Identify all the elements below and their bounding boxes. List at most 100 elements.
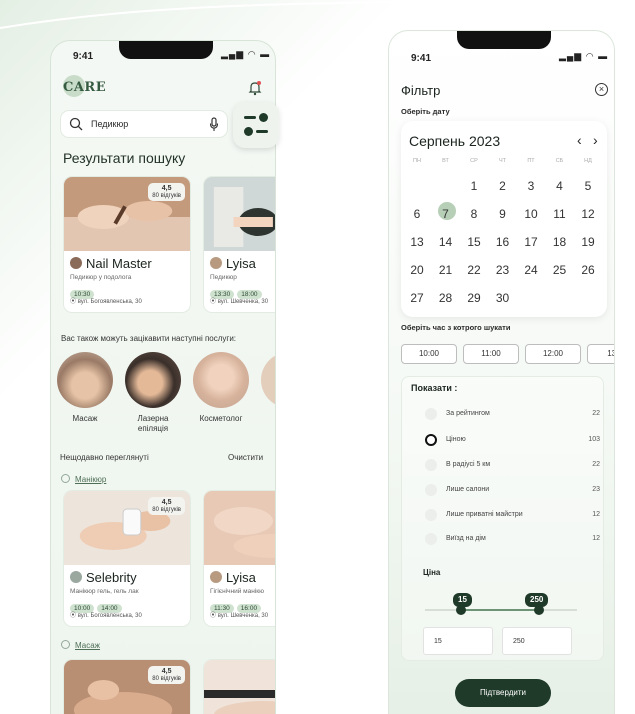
card-photo xyxy=(204,177,275,251)
calendar-day[interactable]: 6 xyxy=(403,207,431,221)
service-more[interactable]: П xyxy=(259,352,275,424)
option-home-visit[interactable]: Виїзд на дім 12 xyxy=(412,533,600,547)
calendar-day[interactable]: 2 xyxy=(489,179,517,193)
calendar-day[interactable]: 26 xyxy=(574,263,602,277)
time-chip[interactable]: 12:00 xyxy=(525,344,581,364)
weekday-label: СБ xyxy=(555,158,564,164)
price-min-input[interactable]: 15 xyxy=(423,627,493,655)
service-laser-epilation[interactable]: Лазерна епіляція xyxy=(123,352,183,435)
result-card[interactable]: Lyisa Педикюр 13:30 18:00 ⦿ вул. Шевченка… xyxy=(203,176,275,313)
calendar-day[interactable]: 10 xyxy=(517,207,545,221)
calendar-day[interactable]: 28 xyxy=(432,291,460,305)
calendar-day[interactable]: 23 xyxy=(489,263,517,277)
weekday-label: ПТ xyxy=(527,158,535,164)
calendar-day[interactable]: 14 xyxy=(432,235,460,249)
option-price[interactable]: Ціною 103 xyxy=(412,434,600,448)
chevron-right-icon[interactable]: › xyxy=(593,132,598,148)
rating-badge: 4,5 80 відгуків xyxy=(148,183,185,202)
service-image xyxy=(193,352,249,408)
radio-button[interactable] xyxy=(425,459,437,471)
recent-tag-link[interactable]: Масаж xyxy=(61,640,100,650)
card-address: ⦿ вул. Богоявленська, 30 xyxy=(70,299,142,305)
calendar-day[interactable]: 22 xyxy=(460,263,488,277)
logo-text: CARE xyxy=(63,80,107,95)
service-label: П xyxy=(259,414,275,424)
radio-button[interactable] xyxy=(425,533,437,545)
search-input[interactable]: Педикюр xyxy=(60,110,228,138)
radio-button[interactable] xyxy=(425,509,437,521)
calendar-day[interactable]: 11 xyxy=(546,207,574,221)
time-chip[interactable]: 13:0 xyxy=(587,344,614,364)
recent-tag-link[interactable]: Манікюр xyxy=(61,474,106,484)
bell-icon[interactable] xyxy=(248,80,262,96)
recent-card[interactable]: 4,5 80 відгуків xyxy=(63,659,191,714)
card-subtitle: Манікюр гель, гель лак xyxy=(70,588,139,595)
calendar-day[interactable]: 12 xyxy=(574,207,602,221)
price-max-input[interactable]: 250 xyxy=(502,627,572,655)
card-photo xyxy=(204,491,275,565)
time-label: Оберіть час з котрого шукати xyxy=(401,323,511,332)
avatar xyxy=(210,571,222,583)
calendar-day[interactable]: 5 xyxy=(574,179,602,193)
filter-button[interactable] xyxy=(233,102,279,148)
option-radius[interactable]: В радіусі 5 км 22 xyxy=(412,459,600,473)
recent-card[interactable]: 4,5 80 відгуків Selebrity Манікюр гель, … xyxy=(63,490,191,627)
option-rating[interactable]: За рейтингом 22 xyxy=(412,408,600,422)
service-massage[interactable]: Масаж xyxy=(55,352,115,424)
calendar: Серпень 2023 ‹ › ПН ВТ СР ЧТ ПТ СБ НД 1 2 3 4 5 6 7 8 9… xyxy=(401,121,607,317)
chevron-left-icon[interactable]: ‹ xyxy=(577,132,582,148)
service-label: Масаж xyxy=(72,414,98,423)
search-icon xyxy=(69,117,83,131)
recent-card[interactable]: Lyisa Гігієнічний манікю 11:30 16:00 ⦿ ву… xyxy=(203,490,275,627)
recent-card[interactable] xyxy=(203,659,275,714)
price-max-handle[interactable] xyxy=(534,605,544,615)
avatar xyxy=(70,257,82,269)
radio-button[interactable] xyxy=(425,408,437,420)
radio-button[interactable] xyxy=(425,484,437,496)
card-subtitle: Педикюр у подолога xyxy=(70,274,132,281)
calendar-day[interactable]: 13 xyxy=(403,235,431,249)
calendar-day-selected[interactable]: 7 xyxy=(432,202,460,221)
service-image xyxy=(57,352,113,408)
calendar-day[interactable]: 20 xyxy=(403,263,431,277)
close-circle-icon[interactable]: × xyxy=(595,83,608,96)
weekday-label: СР xyxy=(470,158,478,164)
mic-icon[interactable] xyxy=(209,117,219,132)
calendar-day[interactable]: 19 xyxy=(574,235,602,249)
calendar-day[interactable]: 21 xyxy=(432,263,460,277)
calendar-day[interactable]: 29 xyxy=(460,291,488,305)
calendar-day[interactable]: 15 xyxy=(460,235,488,249)
location-icon: ⦿ xyxy=(210,613,217,619)
card-subtitle: Педикюр xyxy=(210,274,237,281)
option-private[interactable]: Лише приватні майстри 12 xyxy=(412,509,600,523)
service-cosmetologist[interactable]: Косметолог xyxy=(191,352,251,424)
radio-button-selected[interactable] xyxy=(425,434,437,446)
confirm-button[interactable]: Підтвердити xyxy=(455,679,551,707)
location-icon: ⦿ xyxy=(70,613,77,619)
card-name: Lyisa xyxy=(210,570,256,585)
service-label: Косметолог xyxy=(199,414,243,423)
status-icons: ▂▄▆ ◠ ▬ xyxy=(221,49,271,59)
clear-button[interactable]: Очистити xyxy=(228,453,263,462)
price-slider-range xyxy=(460,609,539,611)
calendar-day[interactable]: 24 xyxy=(517,263,545,277)
calendar-day[interactable]: 1 xyxy=(460,179,488,193)
calendar-day[interactable]: 17 xyxy=(517,235,545,249)
calendar-day[interactable]: 16 xyxy=(489,235,517,249)
calendar-day[interactable]: 27 xyxy=(403,291,431,305)
price-min-handle[interactable] xyxy=(456,605,466,615)
card-address: ⦿ вул. Шевченка, 30 xyxy=(210,299,269,305)
calendar-day[interactable]: 18 xyxy=(546,235,574,249)
time-chip[interactable]: 10:00 xyxy=(401,344,457,364)
calendar-day[interactable]: 8 xyxy=(460,207,488,221)
phone-notch xyxy=(119,41,213,59)
option-salons[interactable]: Лише салони 23 xyxy=(412,484,600,498)
calendar-day[interactable]: 30 xyxy=(489,291,517,305)
status-time: 9:41 xyxy=(73,51,94,62)
result-card[interactable]: 4,5 80 відгуків Nail Master Педикюр у по… xyxy=(63,176,191,313)
calendar-day[interactable]: 4 xyxy=(546,179,574,193)
calendar-day[interactable]: 3 xyxy=(517,179,545,193)
calendar-day[interactable]: 25 xyxy=(546,263,574,277)
calendar-day[interactable]: 9 xyxy=(489,207,517,221)
time-chip[interactable]: 11:00 xyxy=(463,344,519,364)
